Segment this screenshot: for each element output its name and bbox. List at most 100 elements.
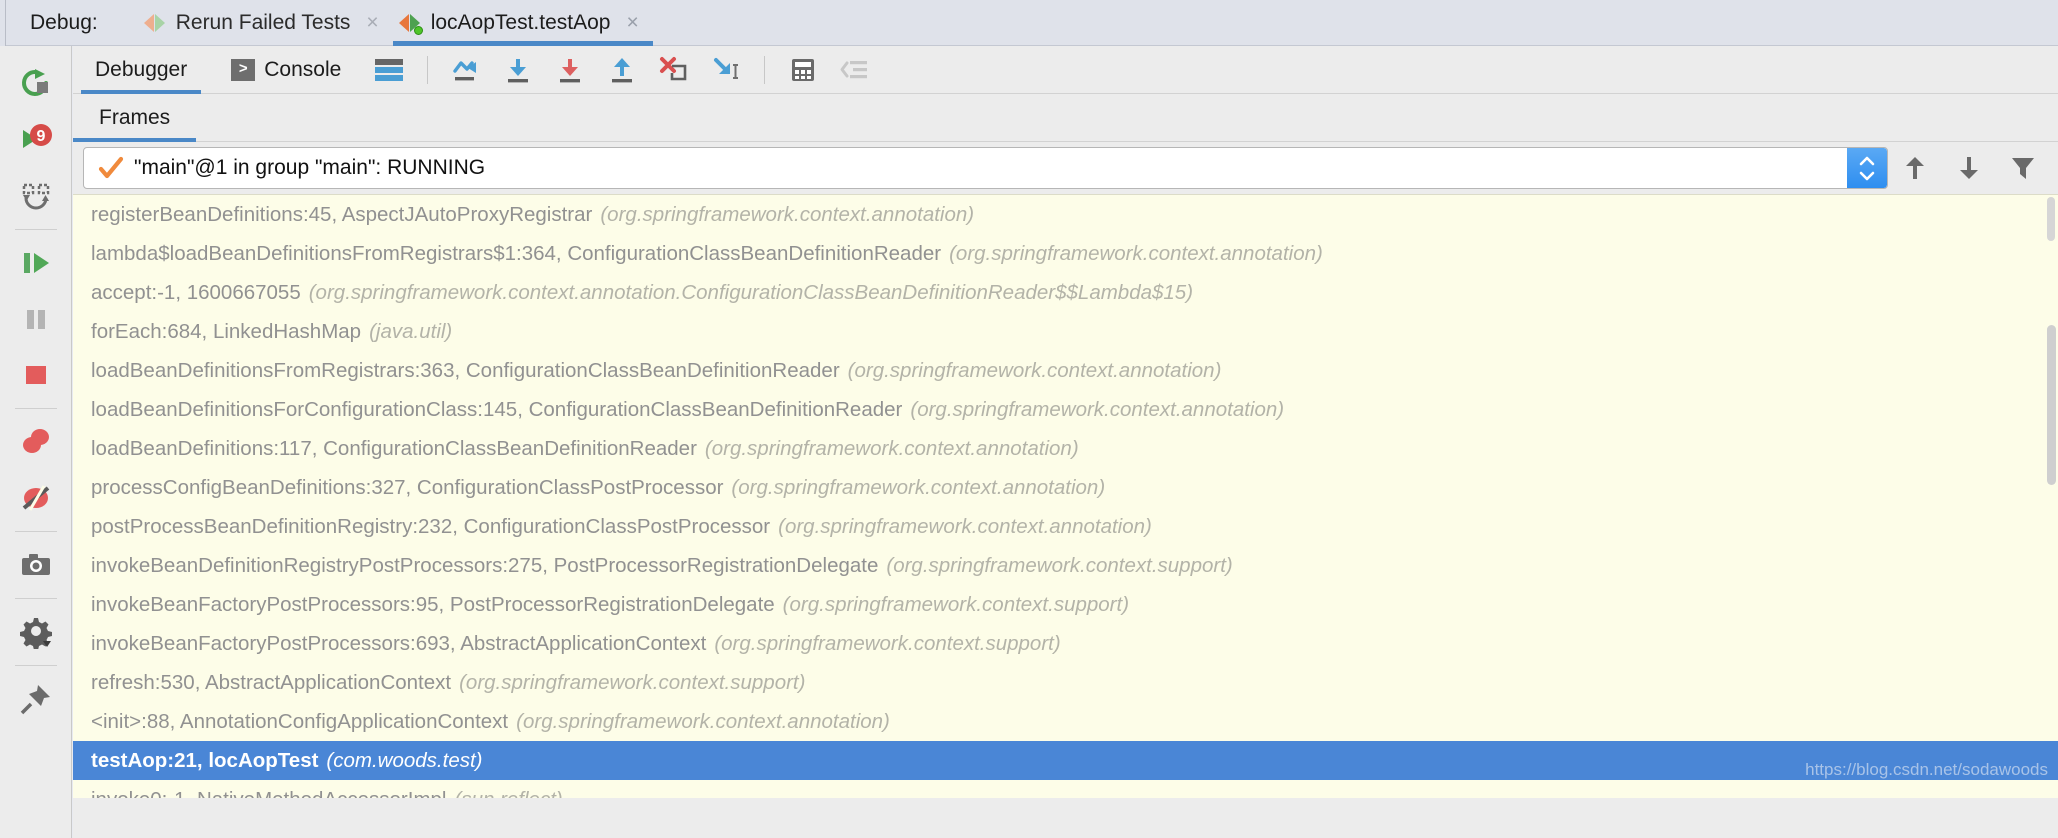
tab-frames-label: Frames <box>99 105 171 129</box>
scrollbar-top-mark <box>2047 197 2055 241</box>
step-into-icon <box>508 58 529 82</box>
mute-breakpoints-icon <box>22 485 49 511</box>
sidebar-divider <box>14 531 57 532</box>
chevron-updown-icon[interactable] <box>1847 148 1887 188</box>
stack-frame-row[interactable]: loadBeanDefinitionsForConfigurationClass… <box>73 390 2058 429</box>
frames-scrollbar[interactable] <box>2044 195 2058 798</box>
mute-breakpoints-button[interactable] <box>8 470 64 526</box>
view-breakpoints-button[interactable] <box>8 414 64 470</box>
stack-frame-package: (org.springframework.context.annotation) <box>731 475 1106 499</box>
stack-frame-row[interactable]: refresh:530, AbstractApplicationContext (… <box>73 663 2058 702</box>
stack-frame-row[interactable]: forEach:684, LinkedHashMap (java.util) <box>73 312 2058 351</box>
stack-frame-package: (org.springframework.context.support) <box>459 670 806 694</box>
show-execution-point-button[interactable] <box>829 46 881 94</box>
stack-frame-package: (sun.reflect) <box>447 788 563 799</box>
debugger-panel: Debugger > Console Frames "main"@1 in gr… <box>73 46 2058 838</box>
stack-frame-row[interactable]: accept:-1, 1600667055 (org.springframewor… <box>73 273 2058 312</box>
step-out-button[interactable] <box>596 46 648 94</box>
force-step-into-button[interactable] <box>544 46 596 94</box>
stop-button[interactable] <box>8 347 64 403</box>
thread-label: "main"@1 in group "main": RUNNING <box>134 156 486 179</box>
stack-frame-method: invokeBeanFactoryPostProcessors:693, Abs… <box>91 631 707 655</box>
pin-button[interactable] <box>8 671 64 727</box>
stack-frame-package: (org.springframework.context.support) <box>886 553 1233 577</box>
frames-tab-row: Frames <box>73 94 2058 142</box>
sidebar-divider <box>14 229 57 230</box>
stack-frame-row[interactable]: <init>:88, AnnotationConfigApplicationCo… <box>73 702 2058 741</box>
run-config-icon <box>398 12 423 35</box>
evaluate-expression-button[interactable] <box>777 46 829 94</box>
stack-frame-method: refresh:530, AbstractApplicationContext <box>91 670 452 694</box>
stack-frame-row[interactable]: invokeBeanFactoryPostProcessors:95, Post… <box>73 585 2058 624</box>
thread-combobox[interactable]: "main"@1 in group "main": RUNNING <box>83 147 1888 189</box>
resume-breakpoints-button[interactable]: 9 <box>8 112 64 168</box>
restart-icon <box>22 183 49 210</box>
stack-frame-method: testAop:21, locAopTest <box>91 748 319 772</box>
stack-frame-method: loadBeanDefinitionsFromRegistrars:363, C… <box>91 358 840 382</box>
step-over-button[interactable] <box>440 46 492 94</box>
move-down-button[interactable] <box>1942 145 1996 191</box>
arrow-up-icon <box>1906 157 1924 179</box>
stack-frame-method: postProcessBeanDefinitionRegistry:232, C… <box>91 514 771 538</box>
stack-frame-package: (org.springframework.context.annotation) <box>778 514 1152 538</box>
stack-frame-row[interactable]: invokeBeanFactoryPostProcessors:693, Abs… <box>73 624 2058 663</box>
move-up-button[interactable] <box>1888 145 1942 191</box>
stack-frame-method: <init>:88, AnnotationConfigApplicationCo… <box>91 709 509 733</box>
run-config-icon <box>143 12 166 34</box>
stack-frame-row[interactable]: registerBeanDefinitions:45, AspectJAutoP… <box>73 195 2058 234</box>
stack-frame-row[interactable]: postProcessBeanDefinitionRegistry:232, C… <box>73 507 2058 546</box>
screenshot-button[interactable] <box>8 537 64 593</box>
rerun-icon <box>21 69 48 96</box>
run-tab-rerun-failed-tests[interactable]: Rerun Failed Tests × <box>138 0 393 46</box>
layout-settings-button[interactable] <box>363 46 415 94</box>
stack-frame-row[interactable]: lambda$loadBeanDefinitionsFromRegistrars… <box>73 234 2058 273</box>
stack-frame-row[interactable]: invokeBeanDefinitionRegistryPostProcesso… <box>73 546 2058 585</box>
stack-frame-method: loadBeanDefinitionsForConfigurationClass… <box>91 397 903 421</box>
restart-button[interactable] <box>8 168 64 224</box>
scrollbar-thumb[interactable] <box>2047 325 2056 485</box>
sidebar-divider <box>14 598 57 599</box>
debug-actions-sidebar: 9 <box>0 46 72 838</box>
debugger-toolbar: Debugger > Console <box>73 46 2058 94</box>
stack-frame-row[interactable]: loadBeanDefinitionsFromRegistrars:363, C… <box>73 351 2058 390</box>
rerun-button[interactable] <box>8 56 64 112</box>
thread-selector-row: "main"@1 in group "main": RUNNING <box>73 142 2058 194</box>
tab-debugger[interactable]: Debugger <box>73 46 209 94</box>
settings-button[interactable] <box>8 604 64 660</box>
close-icon[interactable]: × <box>366 12 378 33</box>
stack-frame-row[interactable]: processConfigBeanDefinitions:327, Config… <box>73 468 2058 507</box>
stack-frame-package: (org.springframework.context.annotation.… <box>308 280 1194 304</box>
step-into-button[interactable] <box>492 46 544 94</box>
run-to-cursor-button[interactable] <box>700 46 752 94</box>
show-execution-point-icon <box>840 60 868 78</box>
stack-frame-package: (org.springframework.context.annotation) <box>847 358 1222 382</box>
close-icon[interactable]: × <box>626 12 638 33</box>
tab-console-label: Console <box>264 57 342 81</box>
toolbar-divider <box>764 55 766 84</box>
pause-program-button[interactable] <box>8 291 64 347</box>
stack-frame-method: registerBeanDefinitions:45, AspectJAutoP… <box>91 202 593 226</box>
stack-frame-row[interactable]: testAop:21, locAopTest (com.woods.test) <box>73 741 2058 780</box>
stack-frames-list[interactable]: registerBeanDefinitions:45, AspectJAutoP… <box>73 194 2058 798</box>
pin-icon <box>20 685 50 715</box>
run-tab-locaoptest-testaop[interactable]: locAopTest.testAop × <box>392 0 653 46</box>
stack-frame-method: invokeBeanDefinitionRegistryPostProcesso… <box>91 553 879 577</box>
debug-label: Debug: <box>30 10 98 34</box>
stack-frame-method: processConfigBeanDefinitions:327, Config… <box>91 475 724 499</box>
stack-frame-package: (org.springframework.context.annotation) <box>949 241 1323 265</box>
stack-frame-method: loadBeanDefinitions:117, ConfigurationCl… <box>91 436 697 460</box>
stop-icon <box>25 366 46 384</box>
filter-frames-button[interactable] <box>1996 145 2050 191</box>
stack-frame-row[interactable]: invoke0:-1, NativeMethodAccessorImpl(sun… <box>73 780 2058 799</box>
stack-frame-row[interactable]: loadBeanDefinitions:117, ConfigurationCl… <box>73 429 2058 468</box>
drop-frame-button[interactable] <box>648 46 700 94</box>
stack-frame-method: lambda$loadBeanDefinitionsFromRegistrars… <box>91 241 942 265</box>
resume-program-button[interactable] <box>8 235 64 291</box>
stack-frame-package: (org.springframework.context.annotation) <box>910 397 1285 421</box>
stack-frame-method: invoke0:-1, NativeMethodAccessorImpl <box>91 788 447 799</box>
tab-console[interactable]: > Console <box>209 46 363 94</box>
stack-frame-method: accept:-1, 1600667055 <box>91 280 301 304</box>
stack-frame-method: invokeBeanFactoryPostProcessors:95, Post… <box>91 592 775 616</box>
tab-frames[interactable]: Frames <box>73 94 197 142</box>
stack-frame-package: (org.springframework.context.annotation) <box>600 202 975 226</box>
